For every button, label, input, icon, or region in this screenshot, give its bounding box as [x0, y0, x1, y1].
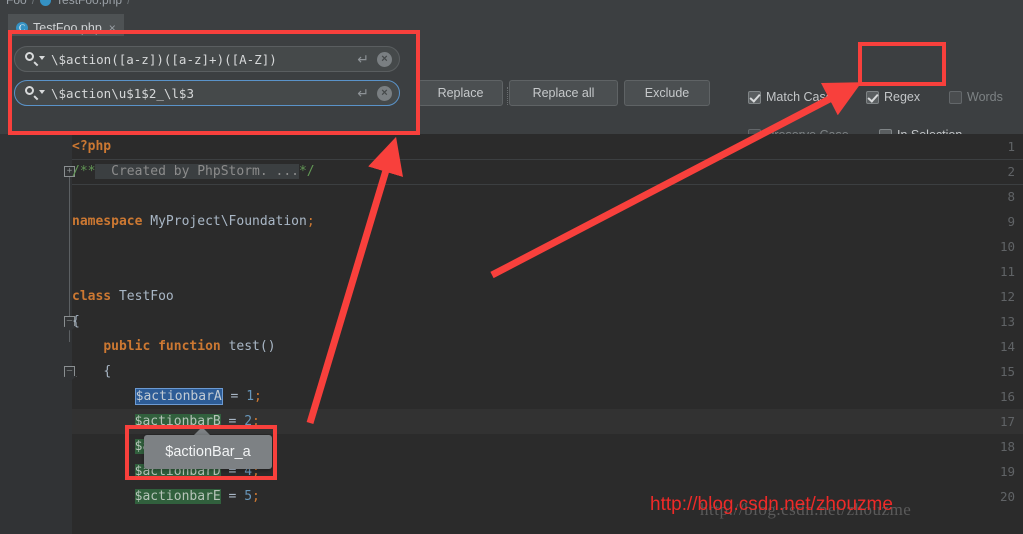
code-line-15: { [103, 364, 112, 379]
search-input-value[interactable]: \$action([a-z])([a-z]+)([A-Z]) [51, 52, 357, 67]
regex-checkbox[interactable] [866, 90, 879, 104]
code-line-17: $actionbarB = 2; [134, 414, 260, 429]
code-line-9: namespace MyProject\Foundation; [72, 214, 315, 229]
search-icon[interactable] [25, 85, 47, 101]
breadcrumb-separator-2: / [127, 0, 131, 7]
option-words[interactable]: Words [949, 90, 1003, 104]
line-number: 15 [999, 364, 1015, 379]
code-line-16: $actionbarA = 1; [134, 388, 262, 405]
code-line-20: $actionbarE = 5; [134, 489, 260, 504]
enter-icon[interactable]: ↵ [357, 86, 369, 100]
line-number: 12 [999, 289, 1015, 304]
breadcrumb: Foo / TestFoo.php / [0, 0, 1023, 14]
phpstorm-window: Foo / TestFoo.php / C TestFoo.php × \$ac… [0, 0, 1023, 534]
line-number: 14 [999, 339, 1015, 354]
line-number: 10 [999, 239, 1015, 254]
clear-replace-icon[interactable]: × [377, 85, 392, 101]
line-number: 17 [999, 414, 1015, 429]
line-number: 20 [999, 489, 1015, 504]
close-icon[interactable]: × [109, 21, 116, 35]
code-line-12: class TestFoo [72, 289, 174, 304]
search-field[interactable]: \$action([a-z])([a-z]+)([A-Z]) ↵ × [14, 46, 400, 72]
clear-search-icon[interactable]: × [377, 51, 392, 67]
fold-region-separator-bottom [72, 184, 1023, 185]
find-replace-panel: \$action([a-z])([a-z]+)([A-Z]) ↵ × \$act… [0, 36, 1023, 142]
line-number: 9 [1007, 214, 1015, 229]
code-line-14: public function test() [103, 339, 276, 354]
gutter-fold-column[interactable] [60, 134, 72, 534]
line-number: 16 [999, 389, 1015, 404]
line-number: 13 [999, 314, 1015, 329]
replace-field[interactable]: \$action\u$1$2_\l$3 ↵ × [14, 80, 400, 106]
regex-label: Regex [884, 90, 921, 104]
option-regex[interactable]: Regex [866, 90, 920, 104]
exclude-button[interactable]: Exclude [624, 80, 710, 106]
search-icon[interactable] [25, 51, 47, 67]
line-number: 19 [999, 464, 1015, 479]
line-number: 18 [999, 439, 1015, 454]
line-number: 11 [999, 264, 1015, 279]
match-case-label: Match Case [766, 90, 833, 104]
breadcrumb-item-testfoo[interactable]: TestFoo.php [56, 0, 122, 7]
tab-label: TestFoo.php [33, 21, 102, 35]
line-number-gutter[interactable] [0, 134, 60, 534]
option-match-case[interactable]: Match Case [748, 90, 833, 104]
match-case-checkbox[interactable] [748, 90, 761, 104]
code-line-1: <?php [72, 139, 112, 154]
words-checkbox[interactable] [949, 90, 962, 104]
replace-input-value[interactable]: \$action\u$1$2_\l$3 [51, 86, 357, 101]
replace-all-button[interactable]: Replace all [509, 80, 618, 106]
php-class-icon: C [16, 22, 28, 34]
code-line-13: { [72, 314, 80, 329]
enter-icon[interactable]: ↵ [357, 52, 369, 66]
line-number: 8 [1007, 189, 1015, 204]
breadcrumb-item-foo[interactable]: Foo [6, 0, 27, 7]
php-class-icon [40, 0, 52, 6]
line-number: 2 [1007, 164, 1015, 179]
code-editor[interactable]: 1 2 8 9 10 11 12 13 14 15 16 17 18 19 20… [0, 134, 1023, 534]
line-number: 1 [1007, 139, 1015, 154]
words-label: Words [967, 90, 1003, 104]
breadcrumb-separator: / [31, 0, 36, 7]
code-line-2: /** Created by PhpStorm. ...*/ [72, 164, 315, 179]
replace-button[interactable]: Replace [418, 80, 503, 106]
replace-preview-tooltip: $actionBar_a [144, 435, 272, 469]
watermark-red: http://blog.csdn.net/zhouzme [650, 494, 893, 515]
